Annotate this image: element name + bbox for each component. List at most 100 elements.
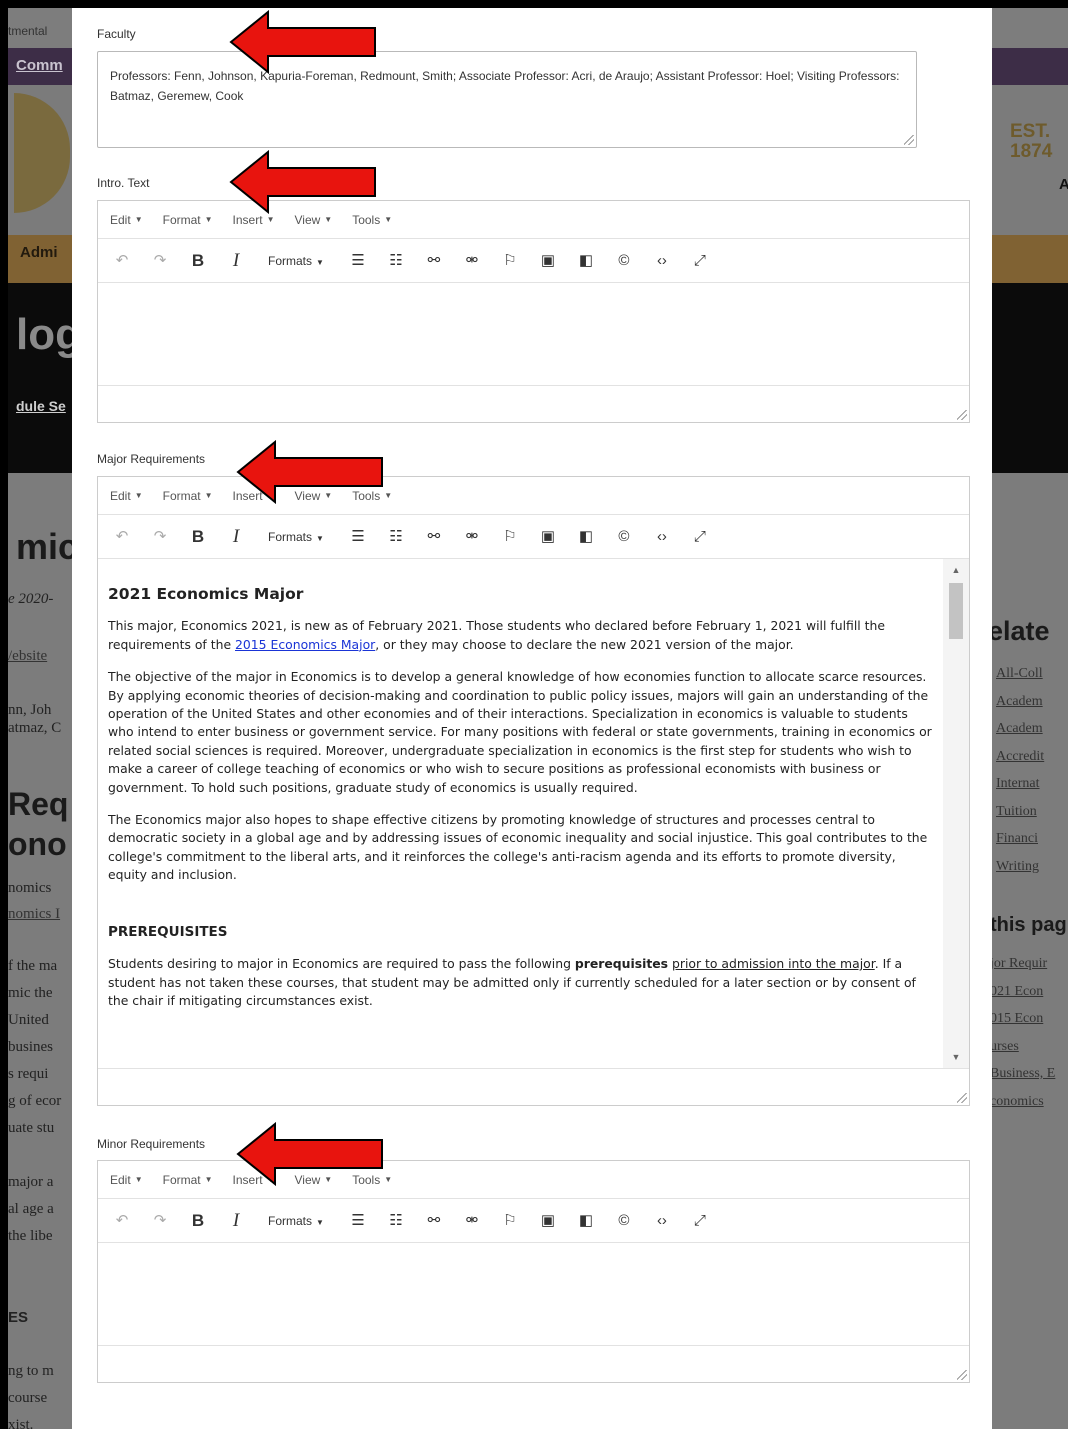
bookmark-icon[interactable]: ⚐ (498, 527, 522, 547)
redo-icon[interactable]: ↷ (148, 1211, 172, 1231)
link-icon[interactable]: ⚯ (422, 527, 446, 547)
editor-content-area[interactable] (98, 1243, 969, 1346)
redo-icon[interactable]: ↷ (148, 251, 172, 271)
source-code-icon[interactable]: ‹› (650, 1211, 674, 1231)
bookmark-icon[interactable]: ⚐ (498, 251, 522, 271)
menu-view[interactable]: View ▼ (294, 213, 332, 227)
on-this-page-link[interactable]: urses (990, 1033, 1055, 1061)
resize-handle[interactable] (957, 1093, 967, 1103)
menu-edit[interactable]: Edit ▼ (110, 213, 143, 227)
related-link[interactable]: Academ (996, 688, 1044, 716)
menu-label: Tools (352, 212, 381, 227)
scroll-up-icon[interactable]: ▲ (943, 561, 969, 579)
on-this-page-link[interactable]: Business, E (990, 1060, 1055, 1088)
image-icon[interactable]: ▣ (536, 1211, 560, 1231)
nav-admissions[interactable]: Admi (20, 244, 58, 261)
bullet-list-icon[interactable]: ☰ (346, 1211, 370, 1231)
source-code-icon[interactable]: ‹› (650, 251, 674, 271)
menu-label: Format (162, 1172, 201, 1187)
media-icon[interactable]: ◧ (574, 527, 598, 547)
bullet-list-icon[interactable]: ☰ (346, 527, 370, 547)
nav-link-comm[interactable]: Comm (16, 57, 63, 74)
fullscreen-icon[interactable]: ⤢ (688, 1211, 712, 1231)
formats-dropdown[interactable]: Formats ▼ (268, 530, 324, 544)
caret-down-icon: ▼ (134, 1175, 143, 1184)
website-link[interactable]: /ebsite (8, 648, 47, 665)
numbered-list-icon[interactable]: ☷ (384, 527, 408, 547)
media-icon[interactable]: ◧ (574, 1211, 598, 1231)
on-this-page-link[interactable]: 021 Econ (990, 978, 1055, 1006)
on-this-page-link[interactable]: jor Requir (990, 950, 1055, 978)
image-icon[interactable]: ▣ (536, 527, 560, 547)
doc-paragraph: Students desiring to major in Economics … (108, 955, 933, 1010)
text-run: Students desiring to major in Economics … (108, 956, 575, 972)
related-link[interactable]: Internat (996, 770, 1044, 798)
related-link[interactable]: Financi (996, 825, 1044, 853)
bold-run: prerequisites (574, 956, 669, 972)
menu-edit[interactable]: Edit ▼ (110, 489, 143, 503)
bookmark-icon[interactable]: ⚐ (498, 1211, 522, 1231)
menu-format[interactable]: Format ▼ (163, 489, 213, 503)
italic-icon[interactable]: I (224, 526, 248, 547)
italic-icon[interactable]: I (224, 1210, 248, 1231)
link-icon[interactable]: ⚯ (422, 251, 446, 271)
unlink-icon[interactable]: ⚮ (460, 1211, 484, 1231)
bullet-list-icon[interactable]: ☰ (346, 251, 370, 271)
bg-line: al age a (8, 1200, 54, 1217)
bold-icon[interactable]: B (186, 1211, 210, 1231)
related-link[interactable]: All-Coll (996, 660, 1044, 688)
scroll-down-icon[interactable]: ▼ (943, 1048, 969, 1066)
related-link[interactable]: Accredit (996, 743, 1044, 771)
vertical-scrollbar[interactable]: ▲ ▼ (943, 559, 969, 1068)
economics-2015-link[interactable]: 2015 Economics Major (235, 637, 375, 652)
red-arrow-icon (236, 1122, 383, 1186)
bg-line[interactable]: nomics I (8, 902, 61, 928)
copyright-icon[interactable]: © (612, 1211, 636, 1231)
formats-dropdown[interactable]: Formats ▼ (268, 254, 324, 268)
menu-label: Edit (110, 488, 131, 503)
unlink-icon[interactable]: ⚮ (460, 527, 484, 547)
undo-icon[interactable]: ↶ (110, 251, 134, 271)
image-icon[interactable]: ▣ (536, 251, 560, 271)
undo-icon[interactable]: ↶ (110, 1211, 134, 1231)
menu-insert[interactable]: Insert▼ (233, 213, 275, 227)
related-link[interactable]: Writing (996, 853, 1044, 881)
italic-icon[interactable]: I (224, 250, 248, 271)
scrollbar-thumb[interactable] (949, 583, 963, 639)
schedule-link[interactable]: dule Se (16, 398, 66, 414)
copyright-icon[interactable]: © (612, 527, 636, 547)
menu-format[interactable]: Format ▼ (163, 1173, 213, 1187)
source-code-icon[interactable]: ‹› (650, 527, 674, 547)
fullscreen-icon[interactable]: ⤢ (688, 251, 712, 271)
unlink-icon[interactable]: ⚮ (460, 251, 484, 271)
redo-icon[interactable]: ↷ (148, 527, 172, 547)
bg-line: course (8, 1389, 48, 1406)
on-this-page-link[interactable]: conomics (990, 1088, 1055, 1116)
menu-format[interactable]: Format ▼ (163, 213, 213, 227)
editor-content-area[interactable]: 2021 Economics Major This major, Economi… (98, 559, 969, 1069)
editor-toolbar: ↶ ↷ B I Formats ▼ ☰ ☷ ⚯ ⚮ ⚐ ▣ ◧ © ‹› ⤢ (98, 515, 969, 559)
numbered-list-icon[interactable]: ☷ (384, 251, 408, 271)
related-link[interactable]: Tuition (996, 798, 1044, 826)
faculty-textarea[interactable]: Professors: Fenn, Johnson, Kapuria-Forem… (97, 51, 917, 148)
caret-down-icon: ▼ (316, 257, 324, 267)
link-icon[interactable]: ⚯ (422, 1211, 446, 1231)
resize-handle[interactable] (904, 135, 914, 145)
menu-edit[interactable]: Edit ▼ (110, 1173, 143, 1187)
formats-dropdown[interactable]: Formats ▼ (268, 1214, 324, 1228)
resize-handle[interactable] (957, 1370, 967, 1380)
resize-handle[interactable] (957, 410, 967, 420)
editor-content-area[interactable] (98, 283, 969, 386)
media-icon[interactable]: ◧ (574, 251, 598, 271)
menu-tools[interactable]: Tools ▼ (352, 213, 392, 227)
bg-line: f the ma (8, 957, 58, 974)
fullscreen-icon[interactable]: ⤢ (688, 527, 712, 547)
on-this-page-link[interactable]: 015 Econ (990, 1005, 1055, 1033)
bold-icon[interactable]: B (186, 251, 210, 271)
bold-icon[interactable]: B (186, 527, 210, 547)
bg-line (8, 1142, 61, 1169)
undo-icon[interactable]: ↶ (110, 527, 134, 547)
numbered-list-icon[interactable]: ☷ (384, 1211, 408, 1231)
related-link[interactable]: Academ (996, 715, 1044, 743)
copyright-icon[interactable]: © (612, 251, 636, 271)
